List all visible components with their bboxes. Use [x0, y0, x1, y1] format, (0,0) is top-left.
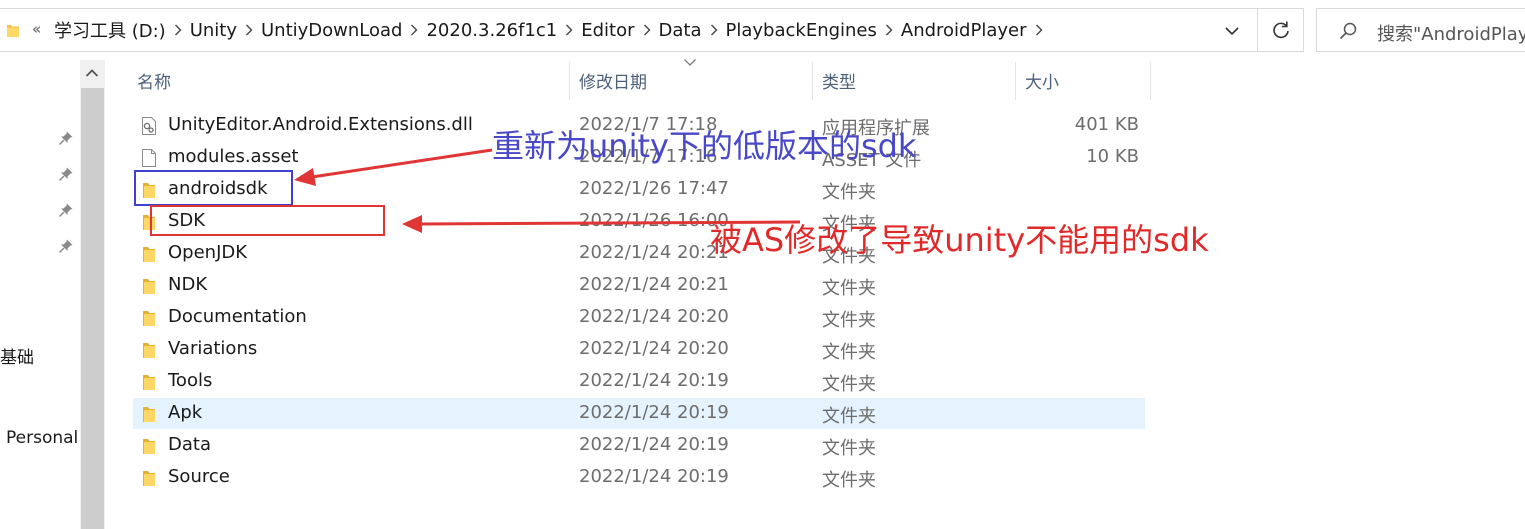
annotation-arrows: [294, 148, 801, 233]
annotation-note-red: 被AS修改了导致unity不能用的sdk: [710, 221, 1209, 259]
annotation-note-blue: 重新为unity下的低版本的sdk: [492, 127, 917, 165]
annotation-arrow-blue-note: [294, 148, 493, 186]
